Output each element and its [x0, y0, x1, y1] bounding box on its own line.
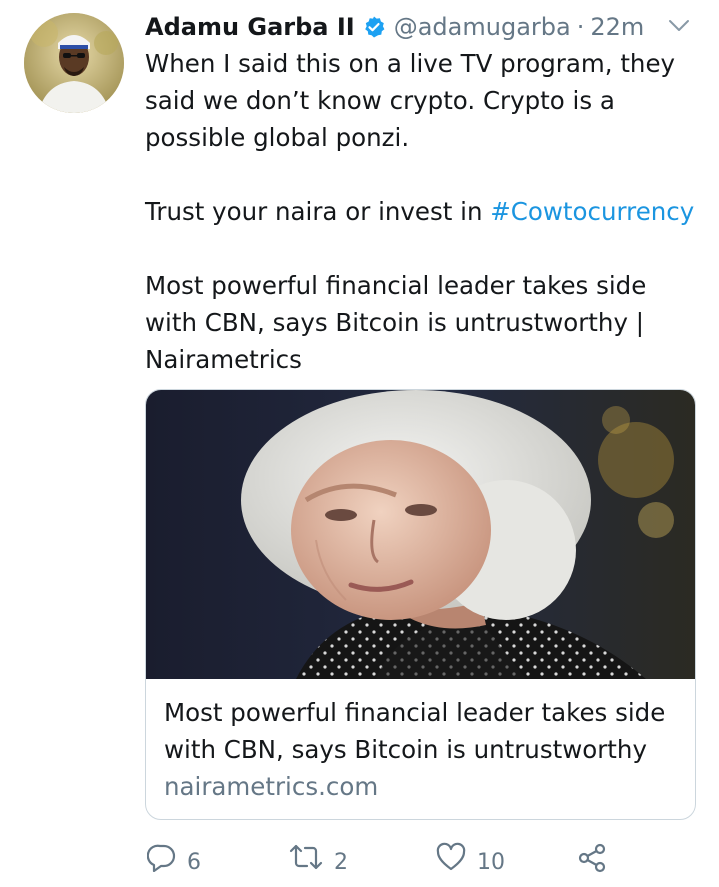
author-handle[interactable]: @adamugarba	[394, 11, 571, 43]
tweet-paragraph: Most powerful financial leader takes sid…	[145, 271, 647, 374]
meta-separator: ·	[576, 13, 585, 41]
tweet-header: Adamu Garba II @adamugarba · 22m	[145, 11, 644, 43]
reply-icon	[146, 842, 177, 884]
share-icon	[576, 842, 608, 886]
share-button[interactable]	[576, 842, 608, 886]
retweet-icon	[288, 842, 324, 884]
card-title: Most powerful financial leader takes sid…	[164, 698, 666, 764]
tweet-timestamp[interactable]: 22m	[590, 11, 644, 43]
like-icon	[435, 842, 467, 884]
action-bar: 6 2 10	[0, 842, 719, 878]
reply-button[interactable]: 6	[146, 842, 201, 884]
link-card[interactable]: Most powerful financial leader takes sid…	[145, 389, 696, 820]
trust-text: Trust your naira or invest in	[145, 197, 491, 226]
retweet-button[interactable]: 2	[288, 842, 348, 884]
chevron-down-icon[interactable]	[666, 16, 692, 40]
author-name[interactable]: Adamu Garba II	[145, 11, 355, 43]
tweet-text: When I said this on a live TV program, t…	[145, 45, 705, 378]
tweet-paragraph: When I said this on a live TV program, t…	[145, 49, 676, 152]
avatar[interactable]	[24, 13, 124, 113]
like-button[interactable]: 10	[435, 842, 505, 884]
card-body: Most powerful financial leader takes sid…	[164, 694, 684, 805]
card-domain: nairametrics.com	[164, 772, 379, 801]
retweet-count: 2	[334, 850, 348, 875]
verified-badge-icon	[362, 15, 386, 39]
reply-count: 6	[187, 850, 201, 875]
tweet-paragraph: Trust your naira or invest in #Cowtocurr…	[145, 193, 705, 230]
like-count: 10	[477, 850, 505, 875]
card-image	[146, 390, 695, 679]
hashtag-link[interactable]: #Cowtocurrency	[490, 197, 694, 226]
